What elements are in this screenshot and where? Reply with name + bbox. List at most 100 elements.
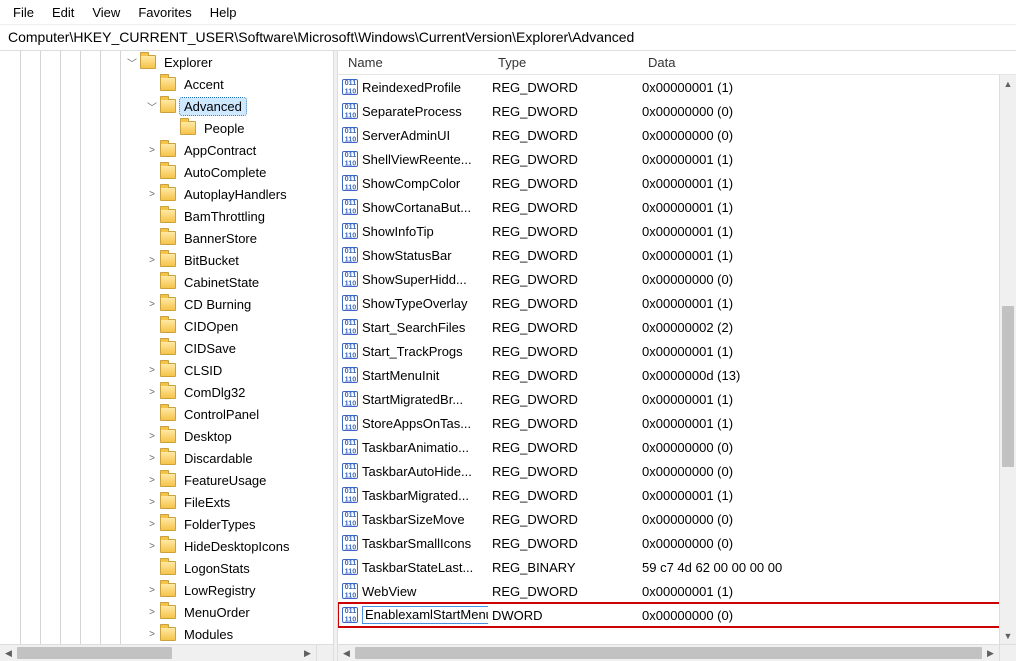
- list-row[interactable]: 011110ReindexedProfileREG_DWORD0x0000000…: [338, 75, 1016, 99]
- list-row[interactable]: 011110ShowTypeOverlayREG_DWORD0x00000001…: [338, 291, 1016, 315]
- list-row[interactable]: 011110ServerAdminUIREG_DWORD0x00000000 (…: [338, 123, 1016, 147]
- tree-item[interactable]: >LowRegistry: [0, 579, 333, 601]
- list-row[interactable]: 011110ShowSuperHidd...REG_DWORD0x0000000…: [338, 267, 1016, 291]
- menu-view[interactable]: View: [85, 4, 127, 21]
- tree-item[interactable]: ControlPanel: [0, 403, 333, 425]
- chevron-down-icon[interactable]: ﹀: [144, 98, 160, 114]
- column-header-name[interactable]: Name: [338, 55, 488, 70]
- list-row[interactable]: 011110TaskbarSizeMoveREG_DWORD0x00000000…: [338, 507, 1016, 531]
- list-row[interactable]: 011110StartMigratedBr...REG_DWORD0x00000…: [338, 387, 1016, 411]
- tree-item[interactable]: >AutoplayHandlers: [0, 183, 333, 205]
- folder-icon: [160, 407, 176, 421]
- tree-item[interactable]: Accent: [0, 73, 333, 95]
- tree-item[interactable]: CIDOpen: [0, 315, 333, 337]
- tree-item[interactable]: > AppContract: [0, 139, 333, 161]
- chevron-right-icon[interactable]: >: [144, 604, 160, 620]
- tree-item[interactable]: >Discardable: [0, 447, 333, 469]
- chevron-right-icon[interactable]: >: [144, 186, 160, 202]
- tree-item[interactable]: >Desktop: [0, 425, 333, 447]
- chevron-right-icon[interactable]: >: [144, 362, 160, 378]
- chevron-right-icon[interactable]: >: [144, 582, 160, 598]
- value-name: SeparateProcess: [362, 104, 488, 119]
- scroll-left-icon[interactable]: ◀: [0, 645, 17, 661]
- tree-item[interactable]: >FolderTypes: [0, 513, 333, 535]
- scroll-up-icon[interactable]: ▲: [1000, 75, 1016, 92]
- list-row[interactable]: 011110SeparateProcessREG_DWORD0x00000000…: [338, 99, 1016, 123]
- list-row[interactable]: 011110EnablexamlStartMenuDWORD0x00000000…: [338, 603, 1016, 627]
- folder-icon: [160, 385, 176, 399]
- tree-item[interactable]: LogonStats: [0, 557, 333, 579]
- list-row[interactable]: 011110WebViewREG_DWORD0x00000001 (1): [338, 579, 1016, 603]
- value-type: REG_DWORD: [488, 272, 638, 287]
- tree-hscrollbar[interactable]: ◀ ▶: [0, 644, 316, 661]
- tree-item[interactable]: AutoComplete: [0, 161, 333, 183]
- tree-item[interactable]: CIDSave: [0, 337, 333, 359]
- value-data: 0x00000000 (0): [638, 440, 1016, 455]
- tree-item[interactable]: >HideDesktopIcons: [0, 535, 333, 557]
- list-row[interactable]: 011110TaskbarAutoHide...REG_DWORD0x00000…: [338, 459, 1016, 483]
- tree-label: AppContract: [180, 142, 260, 159]
- list-row[interactable]: 011110TaskbarStateLast...REG_BINARY59 c7…: [338, 555, 1016, 579]
- chevron-right-icon[interactable]: >: [144, 450, 160, 466]
- list-row[interactable]: 011110ShellViewReente...REG_DWORD0x00000…: [338, 147, 1016, 171]
- reg-value-icon: 011110: [342, 511, 358, 527]
- reg-value-icon: 011110: [342, 343, 358, 359]
- list-vscrollbar[interactable]: ▲ ▼: [999, 75, 1016, 644]
- list-row[interactable]: 011110ShowCortanaBut...REG_DWORD0x000000…: [338, 195, 1016, 219]
- list-row[interactable]: 011110TaskbarSmallIconsREG_DWORD0x000000…: [338, 531, 1016, 555]
- list-row[interactable]: 011110TaskbarAnimatio...REG_DWORD0x00000…: [338, 435, 1016, 459]
- chevron-right-icon[interactable]: >: [144, 494, 160, 510]
- chevron-right-icon[interactable]: >: [144, 428, 160, 444]
- menu-edit[interactable]: Edit: [45, 4, 81, 21]
- address-bar[interactable]: Computer\HKEY_CURRENT_USER\Software\Micr…: [0, 24, 1016, 50]
- list-row[interactable]: 011110StoreAppsOnTas...REG_DWORD0x000000…: [338, 411, 1016, 435]
- tree-item[interactable]: CabinetState: [0, 271, 333, 293]
- column-header-data[interactable]: Data: [638, 55, 1016, 70]
- list-row[interactable]: 011110Start_TrackProgsREG_DWORD0x0000000…: [338, 339, 1016, 363]
- chevron-right-icon[interactable]: >: [144, 142, 160, 158]
- scroll-right-icon[interactable]: ▶: [299, 645, 316, 661]
- chevron-right-icon[interactable]: >: [144, 384, 160, 400]
- list-row[interactable]: 011110ShowInfoTipREG_DWORD0x00000001 (1): [338, 219, 1016, 243]
- chevron-down-icon[interactable]: ﹀: [124, 54, 140, 70]
- menu-help[interactable]: Help: [203, 4, 244, 21]
- tree-label: BannerStore: [180, 230, 261, 247]
- tree-item[interactable]: >CD Burning: [0, 293, 333, 315]
- tree-label: ControlPanel: [180, 406, 263, 423]
- chevron-right-icon[interactable]: >: [144, 626, 160, 642]
- scroll-right-icon[interactable]: ▶: [982, 645, 999, 661]
- chevron-right-icon[interactable]: >: [144, 538, 160, 554]
- menu-file[interactable]: File: [6, 4, 41, 21]
- column-header-type[interactable]: Type: [488, 55, 638, 70]
- tree-item[interactable]: >Modules: [0, 623, 333, 644]
- menu-favorites[interactable]: Favorites: [131, 4, 198, 21]
- tree-item[interactable]: >ComDlg32: [0, 381, 333, 403]
- tree-item[interactable]: People: [0, 117, 333, 139]
- scroll-down-icon[interactable]: ▼: [1000, 627, 1016, 644]
- chevron-right-icon[interactable]: >: [144, 252, 160, 268]
- scroll-left-icon[interactable]: ◀: [338, 645, 355, 661]
- chevron-right-icon[interactable]: >: [144, 296, 160, 312]
- tree-item[interactable]: >MenuOrder: [0, 601, 333, 623]
- tree-item[interactable]: BannerStore: [0, 227, 333, 249]
- tree-item[interactable]: BamThrottling: [0, 205, 333, 227]
- list-row[interactable]: 011110ShowStatusBarREG_DWORD0x00000001 (…: [338, 243, 1016, 267]
- tree-item[interactable]: >FeatureUsage: [0, 469, 333, 491]
- list-row[interactable]: 011110TaskbarMigrated...REG_DWORD0x00000…: [338, 483, 1016, 507]
- list-panel: Name Type Data 011110ReindexedProfileREG…: [338, 51, 1016, 661]
- folder-icon: [160, 429, 176, 443]
- rename-input[interactable]: EnablexamlStartMenu: [362, 606, 488, 624]
- list-row[interactable]: 011110Start_SearchFilesREG_DWORD0x000000…: [338, 315, 1016, 339]
- tree-item[interactable]: ﹀Advanced: [0, 95, 333, 117]
- tree-item[interactable]: >FileExts: [0, 491, 333, 513]
- list-row[interactable]: 011110StartMenuInitREG_DWORD0x0000000d (…: [338, 363, 1016, 387]
- reg-value-icon: 011110: [342, 535, 358, 551]
- chevron-right-icon[interactable]: >: [144, 472, 160, 488]
- tree-item[interactable]: ﹀Explorer: [0, 51, 333, 73]
- tree-item[interactable]: >BitBucket: [0, 249, 333, 271]
- tree-item[interactable]: >CLSID: [0, 359, 333, 381]
- list-row[interactable]: 011110ShowCompColorREG_DWORD0x00000001 (…: [338, 171, 1016, 195]
- list-hscrollbar[interactable]: ◀ ▶: [338, 644, 999, 661]
- folder-icon: [160, 363, 176, 377]
- chevron-right-icon[interactable]: >: [144, 516, 160, 532]
